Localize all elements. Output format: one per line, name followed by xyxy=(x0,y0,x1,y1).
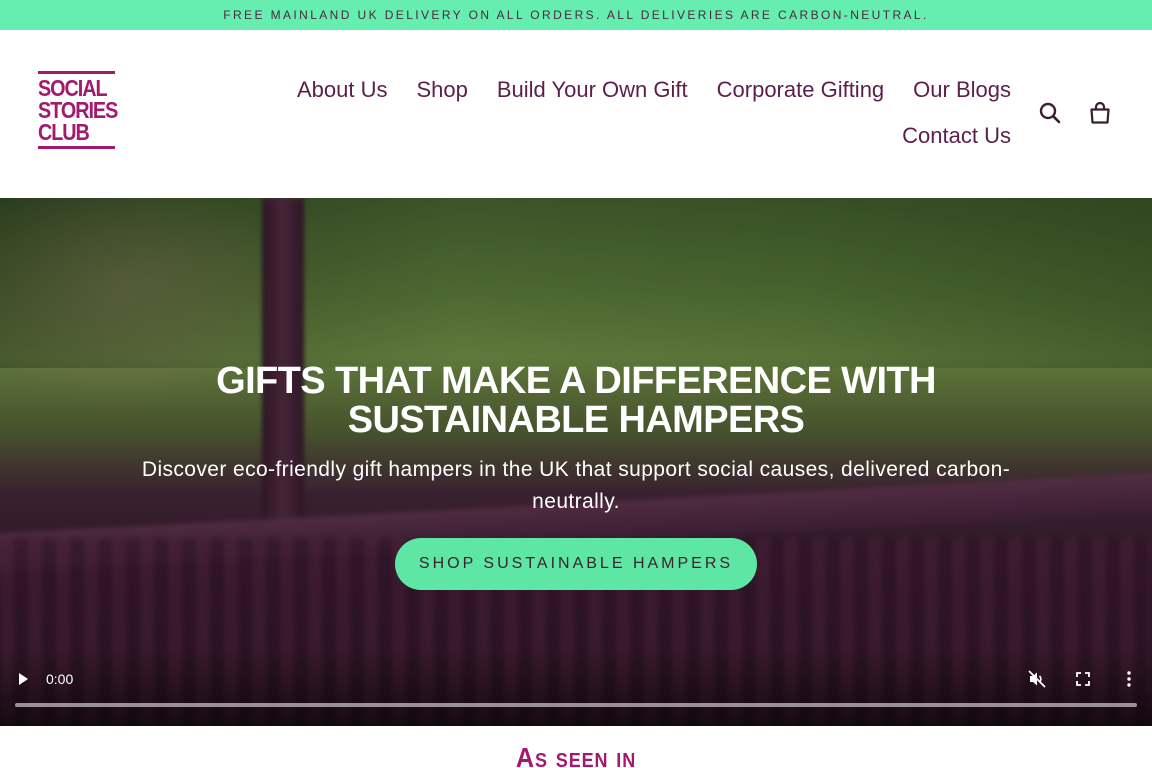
video-controls: 0:00 xyxy=(0,650,1152,726)
video-time: 0:00 xyxy=(46,671,74,687)
hero-title: GIFTS THAT MAKE A DIFFERENCE WITH SUSTAI… xyxy=(216,360,936,441)
site-header: SOCIAL STORIES CLUB About Us Shop Build … xyxy=(0,30,1152,198)
nav-row-primary: About Us Shop Build Your Own Gift Corpor… xyxy=(251,74,1011,106)
nav-link-about-us[interactable]: About Us xyxy=(282,74,402,106)
nav-row-secondary: Contact Us xyxy=(251,120,1011,152)
nav-link-shop[interactable]: Shop xyxy=(402,74,482,106)
nav-link-contact-us[interactable]: Contact Us xyxy=(888,120,1011,152)
site-logo[interactable]: SOCIAL STORIES CLUB xyxy=(38,71,118,157)
nav-link-build-your-own-gift[interactable]: Build Your Own Gift xyxy=(482,74,702,106)
nav-link-corporate-gifting[interactable]: Corporate Gifting xyxy=(702,74,899,106)
cart-icon[interactable] xyxy=(1087,100,1113,126)
logo-line-1: SOCIAL xyxy=(38,75,108,101)
nav-link-our-blogs[interactable]: Our Blogs xyxy=(899,74,1011,106)
search-icon[interactable] xyxy=(1037,100,1063,126)
hero-subtitle: Discover eco-friendly gift hampers in th… xyxy=(141,458,1011,513)
fullscreen-icon[interactable] xyxy=(1074,670,1092,688)
main-nav: About Us Shop Build Your Own Gift Corpor… xyxy=(251,74,1011,152)
announcement-bar: FREE MAINLAND UK DELIVERY ON ALL ORDERS.… xyxy=(0,0,1152,30)
logo-line-3: CLUB xyxy=(38,119,90,145)
logo-line-2: STORIES xyxy=(38,97,118,123)
announcement-text: FREE MAINLAND UK DELIVERY ON ALL ORDERS.… xyxy=(223,8,929,22)
logo-bottom-bar xyxy=(38,146,115,149)
more-options-icon[interactable] xyxy=(1121,669,1137,689)
hero-content: GIFTS THAT MAKE A DIFFERENCE WITH SUSTAI… xyxy=(0,362,1152,590)
logo-top-bar xyxy=(38,71,115,74)
muted-speaker-icon[interactable] xyxy=(1027,669,1047,689)
as-seen-in-heading: As seen in xyxy=(515,742,637,768)
shop-sustainable-hampers-button[interactable]: SHOP SUSTAINABLE HAMPERS xyxy=(394,538,758,590)
video-progress-track[interactable] xyxy=(15,703,1137,707)
play-icon[interactable] xyxy=(14,670,32,688)
